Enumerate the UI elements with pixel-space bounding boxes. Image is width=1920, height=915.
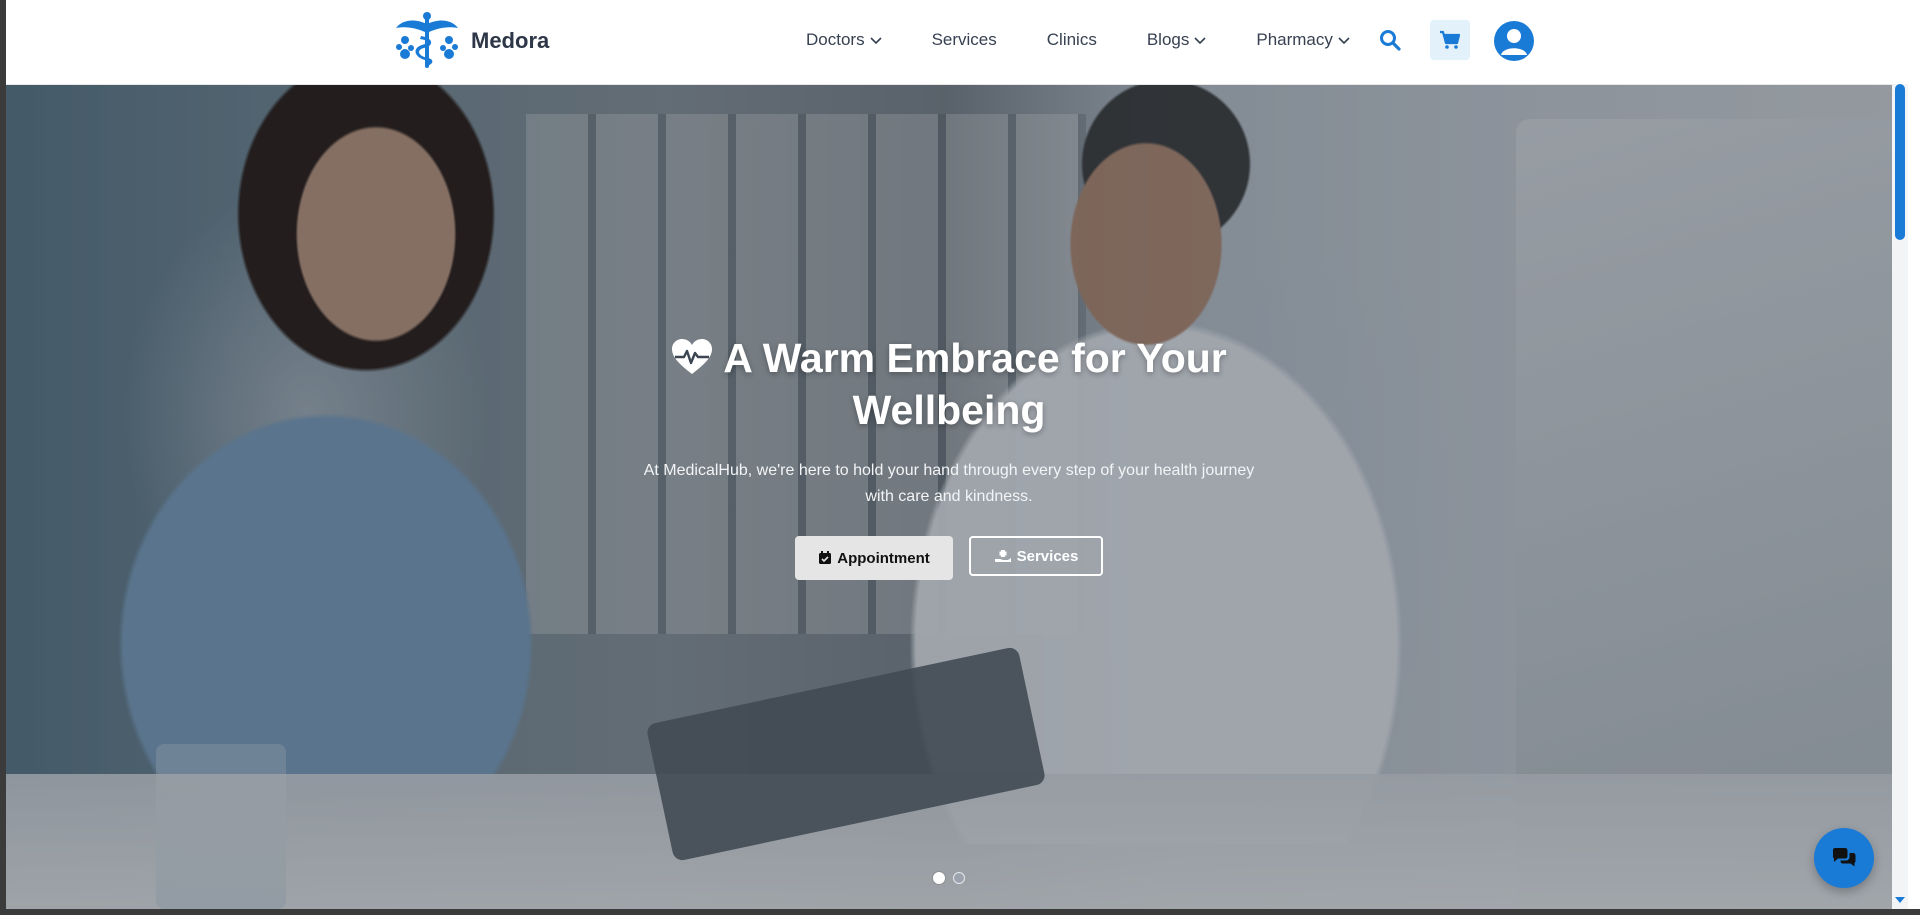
- nav-item-label: Doctors: [806, 30, 865, 49]
- chevron-down-icon: [1194, 37, 1206, 45]
- services-button-label: Services: [1016, 547, 1079, 565]
- appointment-button-label: Appointment: [837, 549, 930, 567]
- window-right-edge: [1908, 0, 1920, 909]
- chat-bubbles-icon: [1833, 848, 1856, 867]
- nav-item-label: Clinics: [1046, 30, 1097, 49]
- scrollbar-thumb[interactable]: [1895, 84, 1905, 240]
- window-bottom-bar: [0, 909, 1920, 915]
- cart-icon: [1440, 30, 1461, 49]
- hero-content: A Warm Embrace for Your Wellbeing At Med…: [6, 332, 1892, 580]
- nav-item-pharmacy[interactable]: Pharmacy: [1256, 30, 1350, 50]
- chat-button[interactable]: [1814, 828, 1874, 888]
- search-icon[interactable]: [1378, 28, 1402, 52]
- carousel-indicators: [6, 872, 1892, 884]
- carousel-dot-1[interactable]: [933, 872, 945, 884]
- nav-item-label: Services: [931, 30, 997, 49]
- main-nav: Doctors Services Clinics Blogs Pharmacy: [806, 0, 1350, 80]
- heart-pulse-icon: [672, 339, 713, 374]
- services-button[interactable]: Services: [969, 536, 1103, 576]
- caduceus-logo-icon: [396, 12, 458, 68]
- hero-title-text: A Warm Embrace for Your Wellbeing: [723, 335, 1227, 433]
- hero-title: A Warm Embrace for Your Wellbeing: [629, 332, 1269, 436]
- nav-item-blogs[interactable]: Blogs: [1147, 30, 1207, 50]
- brand[interactable]: Medora: [394, 10, 549, 72]
- brand-name: Medora: [471, 28, 550, 53]
- vertical-scrollbar[interactable]: [1892, 84, 1908, 909]
- hero-carousel: A Warm Embrace for Your Wellbeing At Med…: [6, 84, 1892, 909]
- nav-item-clinics[interactable]: Clinics: [1047, 30, 1097, 50]
- nav-item-doctors[interactable]: Doctors: [806, 30, 882, 50]
- scroll-down-arrow-icon[interactable]: [1894, 895, 1906, 905]
- nav-item-label: Pharmacy: [1256, 30, 1333, 49]
- user-avatar-button[interactable]: [1494, 21, 1534, 61]
- user-avatar-icon: [1501, 29, 1527, 55]
- top-navbar: Medora Doctors Services Clinics Blogs Ph…: [6, 0, 1892, 85]
- hand-holding-medical-icon: [994, 550, 1011, 562]
- cart-button[interactable]: [1430, 20, 1470, 60]
- calendar-check-icon: [819, 551, 832, 564]
- chevron-down-icon: [870, 37, 882, 45]
- hero-buttons: Appointment Services: [6, 536, 1892, 580]
- nav-item-services[interactable]: Services: [932, 30, 997, 50]
- hero-subtitle: At MedicalHub, we're here to hold your h…: [643, 462, 1255, 505]
- nav-item-label: Blogs: [1146, 30, 1190, 49]
- carousel-dot-2[interactable]: [953, 872, 965, 884]
- appointment-button[interactable]: Appointment: [795, 536, 953, 580]
- chevron-down-icon: [1338, 37, 1350, 45]
